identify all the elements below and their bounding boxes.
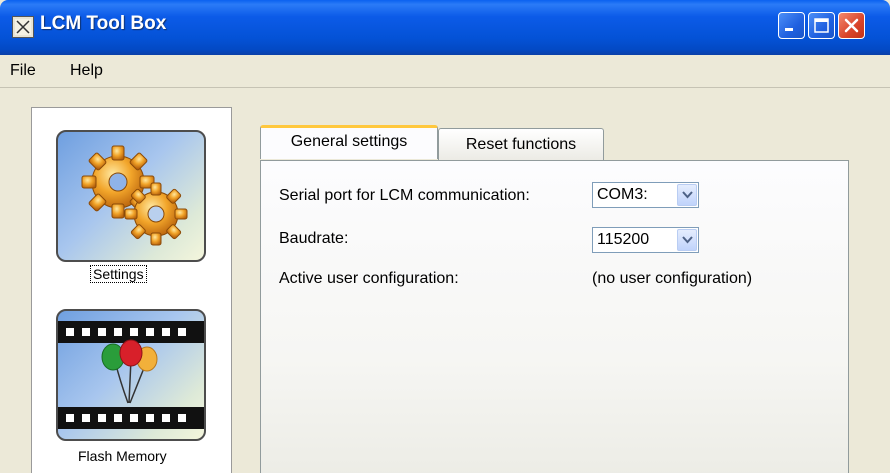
minimize-button[interactable]: [778, 12, 805, 39]
tab-general-settings[interactable]: General settings: [260, 125, 438, 159]
tab-reset-functions[interactable]: Reset functions: [438, 128, 604, 160]
gears-icon: [81, 145, 188, 246]
serial-port-dropdown-button[interactable]: [677, 184, 697, 206]
maximize-button[interactable]: [808, 12, 835, 39]
menu-bar: File Help: [0, 55, 890, 88]
settings-label[interactable]: Settings: [90, 265, 147, 283]
chevron-down-icon: [682, 236, 693, 244]
serial-port-select[interactable]: COM3:: [592, 182, 699, 208]
active-config-label: Active user configuration:: [279, 270, 459, 287]
chevron-down-icon: [682, 191, 693, 199]
flash-memory-label[interactable]: Flash Memory: [78, 448, 167, 464]
baudrate-dropdown-button[interactable]: [677, 229, 697, 251]
close-button[interactable]: [838, 12, 865, 39]
navigation-panel: Settings Flash Memory: [31, 107, 232, 473]
app-window: LCM Tool Box File Help Settings Flash Me…: [0, 0, 890, 473]
serial-port-value: COM3:: [597, 186, 648, 203]
settings-tile[interactable]: [56, 130, 206, 262]
baudrate-select[interactable]: 115200: [592, 227, 699, 253]
menu-help[interactable]: Help: [70, 62, 103, 80]
film-balloons-icon: [58, 321, 204, 429]
app-logo-icon: [12, 16, 34, 38]
title-bar[interactable]: LCM Tool Box: [0, 0, 890, 55]
baudrate-label: Baudrate:: [279, 230, 349, 247]
window-title: LCM Tool Box: [40, 13, 167, 34]
baudrate-value: 115200: [597, 231, 650, 248]
serial-port-label: Serial port for LCM communication:: [279, 187, 530, 204]
close-icon: [844, 18, 859, 33]
flash-memory-tile[interactable]: [56, 309, 206, 441]
menu-file[interactable]: File: [10, 62, 36, 80]
minimize-icon: [785, 28, 793, 31]
active-config-value: (no user configuration): [592, 270, 753, 287]
general-settings-panel: Serial port for LCM communication: COM3:…: [260, 160, 849, 473]
maximize-icon: [814, 18, 829, 33]
